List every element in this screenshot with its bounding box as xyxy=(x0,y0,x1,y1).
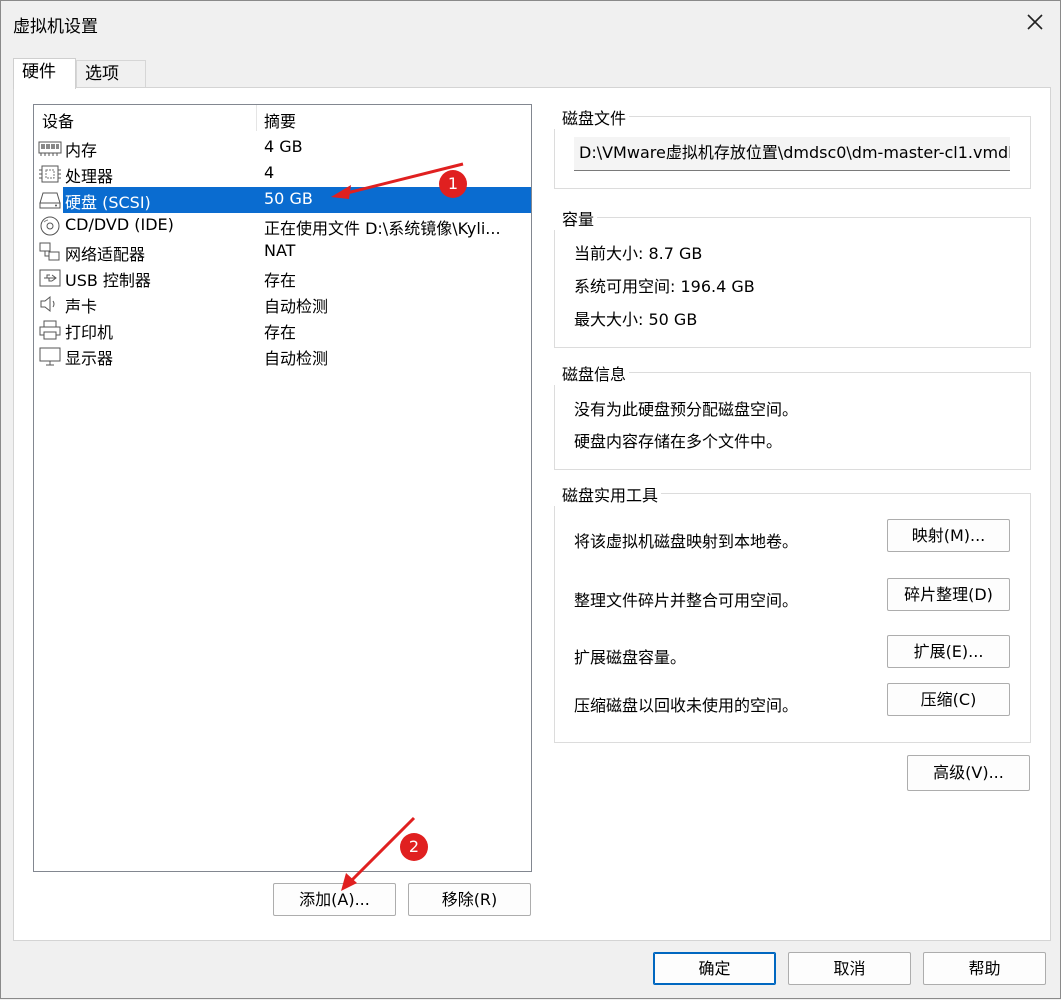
device-name: 打印机 xyxy=(65,323,114,342)
sound-card-icon xyxy=(40,295,55,313)
device-summary: 存在 xyxy=(264,323,297,342)
device-summary: 50 GB xyxy=(264,189,313,208)
column-divider xyxy=(256,105,257,131)
tab-hardware-label: 硬件 xyxy=(22,62,56,82)
hard-disk-icon xyxy=(39,192,61,209)
device-summary: 存在 xyxy=(264,271,297,290)
device-name: CD/DVD (IDE) xyxy=(65,215,174,234)
defragment-description: 整理文件碎片并整合可用空间。 xyxy=(574,591,799,610)
expand-button[interactable]: 扩展(E)... xyxy=(887,635,1010,668)
device-row-display[interactable]: 显示器 自动检测 xyxy=(34,343,531,369)
current-size-text: 当前大小: 8.7 GB xyxy=(574,244,703,263)
disk-utilities-group: 磁盘实用工具 将该虚拟机磁盘映射到本地卷。 映射(M)... 整理文件碎片并整合… xyxy=(554,482,1031,743)
usb-icon xyxy=(39,269,61,287)
compact-button[interactable]: 压缩(C) xyxy=(887,683,1010,716)
processor-icon xyxy=(39,165,61,183)
window-title: 虚拟机设置 xyxy=(13,17,98,37)
device-list[interactable]: 设备 摘要 内存 4 GB 处理器 4 硬盘 (SCSI) 50 GB CD/D… xyxy=(33,104,532,872)
device-summary: 自动检测 xyxy=(264,297,329,316)
device-name: 硬盘 (SCSI) xyxy=(65,193,151,212)
device-summary: NAT xyxy=(264,241,296,260)
annotation-badge-1: 1 xyxy=(439,170,467,198)
expand-description: 扩展磁盘容量。 xyxy=(574,648,687,667)
disk-utilities-label: 磁盘实用工具 xyxy=(554,482,662,506)
vm-settings-dialog: 虚拟机设置 硬件 选项 设备 摘要 内存 4 GB 处理器 4 硬盘 (SCSI… xyxy=(0,0,1061,999)
compact-description: 压缩磁盘以回收未使用的空间。 xyxy=(574,696,799,715)
device-row-memory[interactable]: 内存 4 GB xyxy=(34,135,531,161)
disk-info-line-2: 硬盘内容存储在多个文件中。 xyxy=(574,432,783,451)
map-description: 将该虚拟机磁盘映射到本地卷。 xyxy=(574,532,799,551)
device-name: 声卡 xyxy=(65,297,98,316)
add-button[interactable]: 添加(A)... xyxy=(273,883,396,916)
device-name: 显示器 xyxy=(65,349,114,368)
title-bar: 虚拟机设置 xyxy=(1,1,1060,45)
device-name: USB 控制器 xyxy=(65,271,151,290)
device-name: 处理器 xyxy=(65,167,114,186)
printer-icon xyxy=(39,320,61,340)
display-icon xyxy=(39,347,61,366)
disk-file-path-field[interactable]: D:\VMware虚拟机存放位置\dmdsc0\dm-master-cl1.vm… xyxy=(574,137,1010,171)
column-header-device[interactable]: 设备 xyxy=(42,108,74,132)
device-list-header: 设备 摘要 xyxy=(34,105,531,131)
max-size-text: 最大大小: 50 GB xyxy=(574,310,698,329)
annotation-badge-2: 2 xyxy=(400,833,428,861)
tab-options-label: 选项 xyxy=(85,64,119,84)
tab-hardware[interactable]: 硬件 xyxy=(13,58,76,89)
device-row-usb-controller[interactable]: USB 控制器 存在 xyxy=(34,265,531,291)
close-icon xyxy=(1027,14,1043,30)
hardware-panel: 设备 摘要 内存 4 GB 处理器 4 硬盘 (SCSI) 50 GB CD/D… xyxy=(13,87,1051,941)
column-header-summary[interactable]: 摘要 xyxy=(264,108,296,132)
disk-file-group: 磁盘文件 D:\VMware虚拟机存放位置\dmdsc0\dm-master-c… xyxy=(554,105,1031,189)
available-space-text: 系统可用空间: 196.4 GB xyxy=(574,277,755,296)
capacity-group: 容量 当前大小: 8.7 GB 系统可用空间: 196.4 GB 最大大小: 5… xyxy=(554,206,1031,348)
memory-icon xyxy=(38,141,62,156)
disk-file-label: 磁盘文件 xyxy=(554,105,630,129)
network-adapter-icon xyxy=(39,242,60,261)
ok-button[interactable]: 确定 xyxy=(653,952,776,985)
advanced-button[interactable]: 高级(V)... xyxy=(907,755,1030,791)
cd-dvd-icon xyxy=(40,216,60,236)
device-row-cd-dvd[interactable]: CD/DVD (IDE) 正在使用文件 D:\系统镜像\Kyli... xyxy=(34,213,531,239)
tab-options[interactable]: 选项 xyxy=(76,60,146,88)
close-button[interactable] xyxy=(1020,7,1050,37)
device-name: 网络适配器 xyxy=(65,245,146,264)
device-summary: 4 GB xyxy=(264,137,303,156)
device-summary: 4 xyxy=(264,163,275,182)
device-summary: 正在使用文件 D:\系统镜像\Kyli... xyxy=(264,219,501,238)
capacity-label: 容量 xyxy=(554,206,598,230)
device-row-sound-card[interactable]: 声卡 自动检测 xyxy=(34,291,531,317)
disk-info-label: 磁盘信息 xyxy=(554,361,630,385)
disk-info-group: 磁盘信息 没有为此硬盘预分配磁盘空间。 硬盘内容存储在多个文件中。 xyxy=(554,361,1031,470)
device-row-printer[interactable]: 打印机 存在 xyxy=(34,317,531,343)
defragment-button[interactable]: 碎片整理(D) xyxy=(887,578,1010,611)
disk-info-line-1: 没有为此硬盘预分配磁盘空间。 xyxy=(574,400,799,419)
device-row-network-adapter[interactable]: 网络适配器 NAT xyxy=(34,239,531,265)
map-button[interactable]: 映射(M)... xyxy=(887,519,1010,552)
device-name: 内存 xyxy=(65,141,98,160)
cancel-button[interactable]: 取消 xyxy=(788,952,911,985)
help-button[interactable]: 帮助 xyxy=(923,952,1046,985)
remove-button[interactable]: 移除(R) xyxy=(408,883,531,916)
device-summary: 自动检测 xyxy=(264,349,329,368)
